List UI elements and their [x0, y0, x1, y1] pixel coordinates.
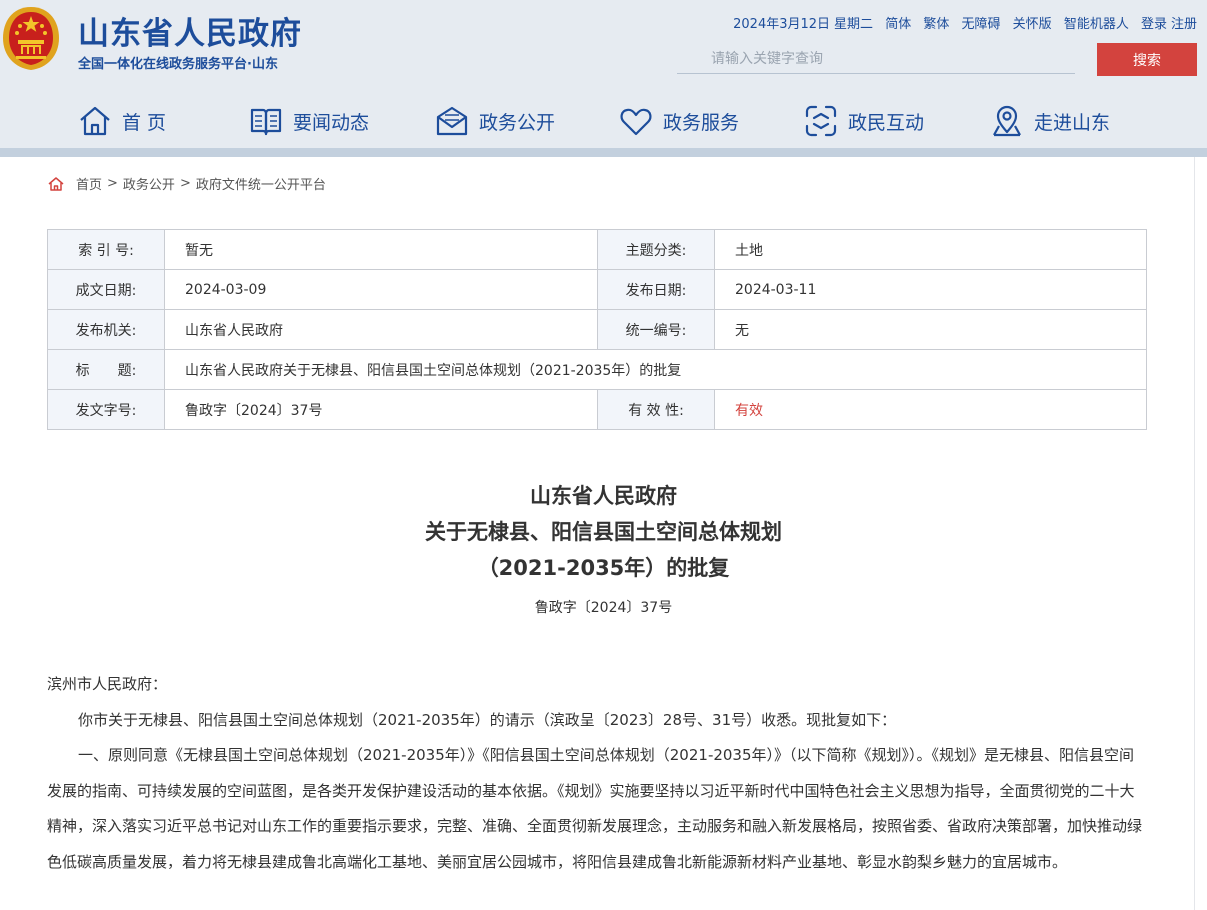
salutation: 滨州市人民政府：	[47, 675, 168, 693]
nav-services[interactable]: 政务服务	[619, 98, 739, 144]
nav-home[interactable]: 首 页	[78, 98, 166, 144]
breadcrumb-separator: >	[107, 176, 118, 191]
written-date-value: 2024-03-09	[164, 269, 598, 310]
doc-number-value: 鲁政字〔2024〕37号	[164, 389, 598, 430]
nav-news[interactable]: 要闻动态	[249, 98, 369, 144]
nav-about[interactable]: 走进山东	[990, 98, 1110, 144]
main-nav: 首 页 要闻动态 政务公开 政务服务 政民互动 走进山东	[0, 98, 1207, 144]
document-number: 鲁政字〔2024〕37号	[534, 600, 673, 616]
title-label: 标 题:	[47, 349, 165, 390]
search-input[interactable]	[677, 44, 1075, 74]
home-icon[interactable]	[47, 175, 65, 193]
link-traditional[interactable]: 繁体	[923, 17, 949, 32]
category-label: 主题分类:	[597, 229, 715, 270]
document-title-line: （2021-2035年）的批复	[477, 556, 730, 580]
body-paragraph: 一、原则同意《无棣县国土空间总体规划（2021-2035年）》《阳信县国土空间总…	[47, 746, 1143, 871]
validity-label: 有 效 性:	[597, 389, 715, 430]
site-header: 山东省人民政府 全国一体化在线政务服务平台·山东 2024年3月12日 星期二 简…	[0, 0, 1207, 157]
breadcrumb-doc-platform[interactable]: 政府文件统一公开平台	[196, 174, 326, 193]
table-row: 发文字号: 鲁政字〔2024〕37号 有 效 性: 有效	[47, 389, 1147, 430]
link-robot[interactable]: 智能机器人	[1064, 17, 1129, 32]
link-simplified[interactable]: 简体	[885, 17, 911, 32]
register-link[interactable]: 注册	[1171, 17, 1197, 32]
table-row: 索 引 号: 暂无 主题分类: 土地	[47, 229, 1147, 270]
link-care-mode[interactable]: 关怀版	[1013, 17, 1052, 32]
site-title[interactable]: 山东省人民政府	[78, 8, 302, 53]
current-weekday: 星期二	[834, 17, 874, 32]
nav-about-label: 走进山东	[1034, 111, 1111, 134]
document-title-line: 山东省人民政府	[530, 484, 677, 508]
nav-home-label: 首 页	[122, 111, 167, 134]
book-icon	[250, 108, 282, 136]
table-row: 成文日期: 2024-03-09 发布日期: 2024-03-11	[47, 269, 1147, 310]
search-button[interactable]: 搜索	[1097, 43, 1197, 76]
document-title-line: 关于无棣县、阳信县国土空间总体规划	[425, 520, 782, 544]
site-subtitle: 全国一体化在线政务服务平台·山东	[78, 57, 278, 72]
index-label: 索 引 号:	[47, 229, 165, 270]
document-body: 滨州市人民政府： 你市关于无棣县、阳信县国土空间总体规划（2021-2035年）…	[47, 667, 1147, 880]
unified-code-value: 无	[714, 309, 1147, 350]
nav-news-label: 要闻动态	[293, 111, 370, 134]
mail-icon	[436, 106, 468, 136]
nav-interaction-label: 政民互动	[848, 111, 925, 134]
page-edge-scrollbar[interactable]	[1194, 157, 1207, 910]
map-pin-icon	[993, 105, 1021, 137]
top-links: 2024年3月12日 星期二 简体 繁体 无障碍 关怀版 智能机器人 登录 注册	[733, 13, 1197, 32]
doc-number-label: 发文字号:	[47, 389, 165, 430]
breadcrumb-separator: >	[179, 176, 191, 191]
link-accessibility[interactable]: 无障碍	[962, 17, 1001, 32]
validity-value: 有效	[714, 389, 1147, 430]
nav-open-gov-label: 政务公开	[479, 111, 556, 134]
index-value: 暂无	[164, 229, 598, 270]
breadcrumb-home[interactable]: 首页	[76, 174, 102, 193]
heart-icon	[620, 108, 652, 136]
login-link[interactable]: 登录	[1141, 17, 1167, 32]
national-emblem-icon	[3, 7, 59, 70]
header-divider	[0, 148, 1207, 157]
document-title: 山东省人民政府 关于无棣县、阳信县国土空间总体规划 （2021-2035年）的批…	[0, 478, 1207, 586]
written-date-label: 成文日期:	[47, 269, 165, 310]
breadcrumb-open-gov[interactable]: 政务公开	[123, 174, 175, 193]
issuer-value: 山东省人民政府	[164, 309, 598, 350]
breadcrumb: 首页 > 政务公开 > 政府文件统一公开平台	[47, 174, 326, 193]
title-value: 山东省人民政府关于无棣县、阳信县国土空间总体规划（2021-2035年）的批复	[164, 349, 1147, 390]
table-row: 标 题: 山东省人民政府关于无棣县、阳信县国土空间总体规划（2021-2035年…	[47, 349, 1147, 390]
published-date-value: 2024-03-11	[714, 269, 1147, 310]
current-date: 2024年3月12日	[733, 17, 831, 32]
body-paragraph: 你市关于无棣县、阳信县国土空间总体规划（2021-2035年）的请示（滨政呈〔2…	[78, 710, 897, 729]
home-icon	[80, 106, 110, 136]
table-row: 发布机关: 山东省人民政府 统一编号: 无	[47, 309, 1147, 350]
document-metadata-table: 索 引 号: 暂无 主题分类: 土地 成文日期: 2024-03-09 发布日期…	[47, 229, 1147, 430]
interact-icon	[805, 105, 837, 137]
nav-open-gov[interactable]: 政务公开	[435, 98, 555, 144]
unified-code-label: 统一编号:	[597, 309, 715, 350]
nav-interaction[interactable]: 政民互动	[804, 98, 924, 144]
category-value: 土地	[714, 229, 1147, 270]
issuer-label: 发布机关:	[47, 309, 165, 350]
published-date-label: 发布日期:	[597, 269, 715, 310]
nav-services-label: 政务服务	[663, 111, 740, 134]
